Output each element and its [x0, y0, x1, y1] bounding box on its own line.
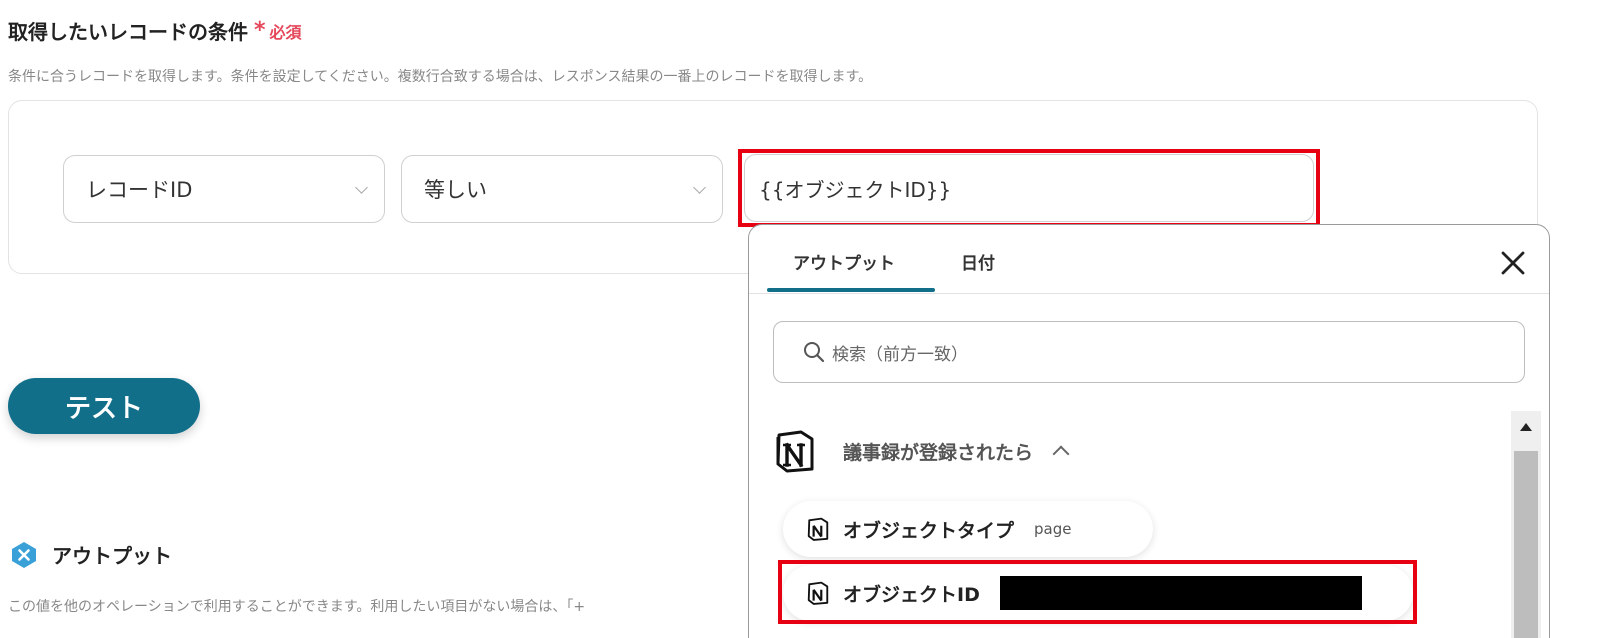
section-title: 取得したいレコードの条件 * 必須 [8, 16, 302, 45]
output-item-object-type[interactable]: オブジェクトタイプ page [783, 501, 1153, 557]
section-description: 条件に合うレコードを取得します。条件を設定してください。複数行合致する場合は、レ… [8, 69, 873, 85]
output-badge-icon [12, 541, 36, 568]
condition-value-input[interactable]: {{オブジェクトID}} [744, 154, 1314, 222]
search-icon [804, 342, 825, 363]
output-item-name: オブジェクトタイプ [843, 519, 1015, 542]
output-item-name: オブジェクトID [843, 583, 980, 606]
tab-output[interactable]: アウトプット [793, 249, 895, 274]
notion-icon [776, 430, 814, 473]
test-button[interactable]: テスト [8, 378, 200, 434]
output-heading-text: アウトプット [52, 544, 172, 568]
active-tab-indicator [767, 288, 935, 292]
output-item-value: page [1034, 520, 1072, 538]
field-select-value: レコードID [86, 178, 193, 202]
group-title: 議事録が登録されたら [843, 441, 1034, 464]
field-select[interactable]: レコードID [63, 155, 385, 223]
variable-picker-popup: アウトプット 日付 検索（前方一致） 議事録が登録されたら オブジェクトタイプ … [748, 224, 1550, 638]
group-header[interactable]: 議事録が登録されたら [775, 429, 1070, 473]
operator-select[interactable]: 等しい [401, 155, 723, 223]
chevron-down-icon [693, 181, 706, 194]
tab-date[interactable]: 日付 [961, 249, 995, 274]
scrollbar[interactable] [1511, 411, 1541, 638]
required-asterisk: * [254, 18, 266, 43]
notion-icon [807, 581, 829, 605]
section-title-text: 取得したいレコードの条件 [8, 20, 248, 44]
chevron-up-icon [1052, 445, 1070, 463]
operator-select-value: 等しい [424, 178, 487, 202]
close-icon[interactable] [1499, 249, 1527, 277]
popup-tabs: アウトプット 日付 [749, 225, 1549, 294]
notion-icon [807, 517, 829, 541]
search-placeholder: 検索（前方一致） [832, 344, 968, 365]
scroll-up-arrow-icon[interactable] [1520, 423, 1532, 431]
chevron-down-icon [355, 181, 368, 194]
output-description: この値を他のオペレーションで利用することができます。利用したい項目がない場合は、… [8, 599, 586, 615]
search-input[interactable]: 検索（前方一致） [773, 321, 1525, 383]
condition-value-text: {{オブジェクトID}} [759, 177, 952, 202]
required-label: 必須 [269, 22, 302, 42]
redacted-value [999, 576, 1362, 610]
record-condition-settings-page: 取得したいレコードの条件 * 必須 条件に合うレコードを取得します。条件を設定し… [0, 0, 1600, 638]
scroll-thumb[interactable] [1514, 451, 1538, 638]
output-heading: アウトプット [10, 540, 172, 569]
output-item-object-id[interactable]: オブジェクトID [783, 565, 1413, 621]
